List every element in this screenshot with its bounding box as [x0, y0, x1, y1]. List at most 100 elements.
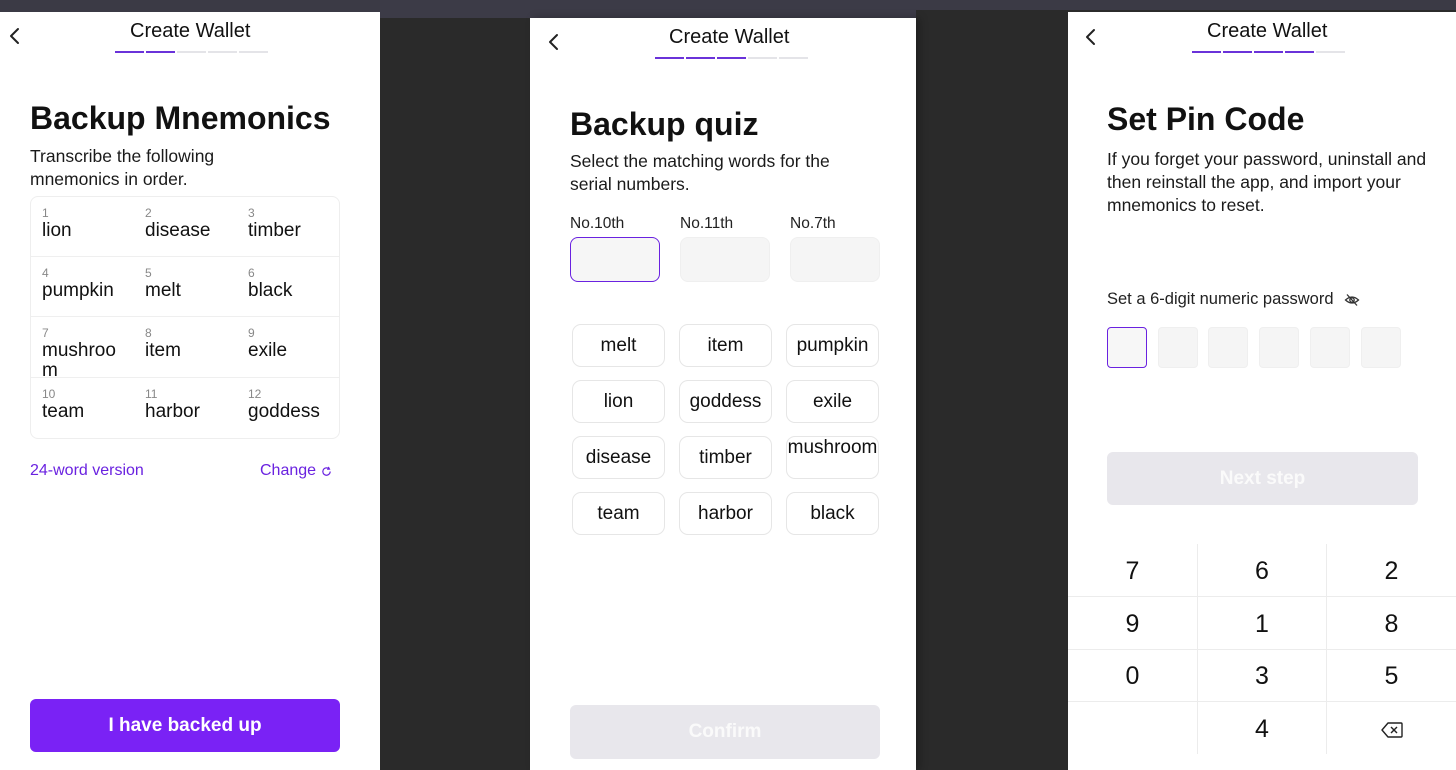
pin-digit-box[interactable]	[1107, 327, 1147, 368]
next-step-button[interactable]: Next step	[1107, 452, 1418, 505]
word-choice-chip[interactable]: goddess	[679, 380, 772, 423]
mnemonic-word: team	[42, 401, 85, 422]
chevron-left-icon[interactable]	[3, 24, 27, 48]
step-progress	[115, 51, 268, 53]
mnemonic-word-cell: 8 item	[134, 317, 237, 378]
mnemonic-word-number: 10	[42, 387, 56, 401]
keypad-digit-key[interactable]: 8	[1327, 597, 1456, 649]
progress-step	[146, 51, 175, 53]
quiz-slot-label: No.10th	[570, 215, 625, 232]
keypad-digit-key[interactable]: 1	[1198, 597, 1327, 649]
mnemonic-word-number: 1	[42, 206, 49, 220]
empty-key	[1068, 702, 1197, 754]
keypad-digit-key[interactable]: 2	[1327, 544, 1456, 596]
word-choice-chip[interactable]: timber	[679, 436, 772, 479]
keypad-digit-key[interactable]: 3	[1198, 649, 1327, 701]
keypad-digit-key[interactable]: 6	[1198, 544, 1327, 596]
pin-digit-box[interactable]	[1309, 327, 1350, 368]
eye-off-icon[interactable]	[1344, 292, 1360, 308]
header-title: Create Wallet	[130, 20, 251, 42]
chevron-left-icon[interactable]	[542, 30, 566, 54]
step-progress	[1192, 51, 1345, 53]
keypad-digit-key[interactable]: 7	[1068, 544, 1197, 596]
confirm-button[interactable]: Confirm	[570, 705, 880, 759]
progress-step	[1192, 51, 1221, 53]
progress-step	[239, 51, 268, 53]
dark-gap	[380, 18, 530, 770]
pin-digit-box[interactable]	[1360, 327, 1401, 368]
pin-digit-box[interactable]	[1259, 327, 1300, 368]
mnemonic-word-number: 3	[248, 206, 255, 220]
word-choice-chip[interactable]: item	[679, 324, 772, 367]
change-button[interactable]: Change	[260, 462, 332, 480]
mnemonic-word: melt	[145, 280, 181, 301]
progress-step	[1254, 51, 1283, 53]
dark-gap	[916, 10, 1068, 770]
mnemonic-word: item	[145, 340, 181, 361]
keypad-digit-key[interactable]: 0	[1068, 649, 1197, 701]
mnemonic-word: black	[248, 280, 293, 301]
page-title: Backup quiz	[570, 106, 759, 142]
mnemonic-word: goddess	[248, 401, 320, 422]
word-version-link[interactable]: 24-word version	[30, 462, 144, 480]
header-title: Create Wallet	[1207, 20, 1328, 42]
top-band	[0, 0, 380, 12]
password-label-row: Set a 6-digit numeric password	[1107, 290, 1360, 309]
word-choice-chip[interactable]: pumpkin	[786, 324, 879, 367]
word-choice-chip[interactable]: harbor	[679, 492, 772, 535]
mnemonic-word-cell: 11 harbor	[134, 378, 237, 438]
mnemonic-word: disease	[145, 220, 211, 241]
pin-digit-box[interactable]	[1157, 327, 1198, 368]
mnemonic-word-cell: 10 team	[31, 378, 134, 438]
mnemonic-word-cell: 6 black	[237, 257, 339, 317]
mnemonic-word-number: 2	[145, 206, 152, 220]
progress-step	[208, 51, 237, 53]
pin-digit-box[interactable]	[1208, 327, 1249, 368]
chevron-left-icon[interactable]	[1079, 25, 1103, 49]
mnemonic-grid: 1 lion 2 disease 3 timber 4 pumpkin 5 melt 6 black 7…	[30, 196, 340, 439]
word-choice-chip[interactable]: mushroom	[786, 436, 879, 479]
page-description: Select the matching words for the serial…	[570, 151, 830, 194]
word-choice-chip[interactable]: melt	[572, 324, 665, 367]
word-choice-chip[interactable]: black	[786, 492, 879, 535]
mnemonic-word-number: 12	[248, 387, 262, 401]
refresh-icon	[322, 466, 331, 476]
mnemonic-word: harbor	[145, 401, 200, 422]
keypad-digit-key[interactable]: 5	[1327, 649, 1456, 701]
mnemonic-word-cell: 1 lion	[31, 197, 134, 257]
mnemonic-word-number: 4	[42, 266, 49, 280]
top-band	[380, 0, 920, 18]
step-progress	[655, 57, 808, 59]
word-choice-chip[interactable]: disease	[572, 436, 665, 479]
progress-step	[115, 51, 144, 53]
mnemonic-word-cell: 12 goddess	[237, 378, 339, 438]
keypad-digit-key[interactable]: 4	[1198, 702, 1327, 754]
backspace-icon	[1380, 722, 1403, 738]
mnemonic-word: exile	[248, 340, 288, 361]
password-label: Set a 6-digit numeric password	[1107, 290, 1334, 308]
word-choice-chip[interactable]: lion	[572, 380, 665, 423]
word-choice-chip[interactable]: team	[572, 492, 665, 535]
top-band	[920, 0, 1456, 10]
quiz-answer-slot[interactable]	[680, 237, 770, 282]
backspace-key[interactable]	[1327, 702, 1456, 754]
keypad-digit-key[interactable]: 9	[1068, 597, 1197, 649]
mnemonic-word-cell: 7 mushroom	[31, 317, 134, 381]
word-choice-chip[interactable]: exile	[786, 380, 879, 423]
mnemonic-word-cell: 3 timber	[237, 197, 339, 257]
progress-step	[1316, 51, 1345, 53]
quiz-answer-slot[interactable]	[570, 237, 660, 282]
mnemonic-word-cell: 4 pumpkin	[31, 257, 134, 317]
progress-step	[177, 51, 206, 53]
mnemonic-word-number: 8	[145, 326, 152, 340]
mnemonic-word-number: 6	[248, 266, 255, 280]
progress-step	[1285, 51, 1314, 53]
mnemonic-word-cell: 2 disease	[134, 197, 237, 257]
progress-step	[655, 57, 684, 59]
progress-step	[779, 57, 808, 59]
backed-up-button[interactable]: I have backed up	[30, 699, 340, 752]
progress-step	[748, 57, 777, 59]
quiz-answer-slot[interactable]	[790, 237, 880, 282]
numeric-keypad: 762 918 0354	[1068, 544, 1456, 754]
mnemonic-word-cell: 9 exile	[237, 317, 339, 378]
